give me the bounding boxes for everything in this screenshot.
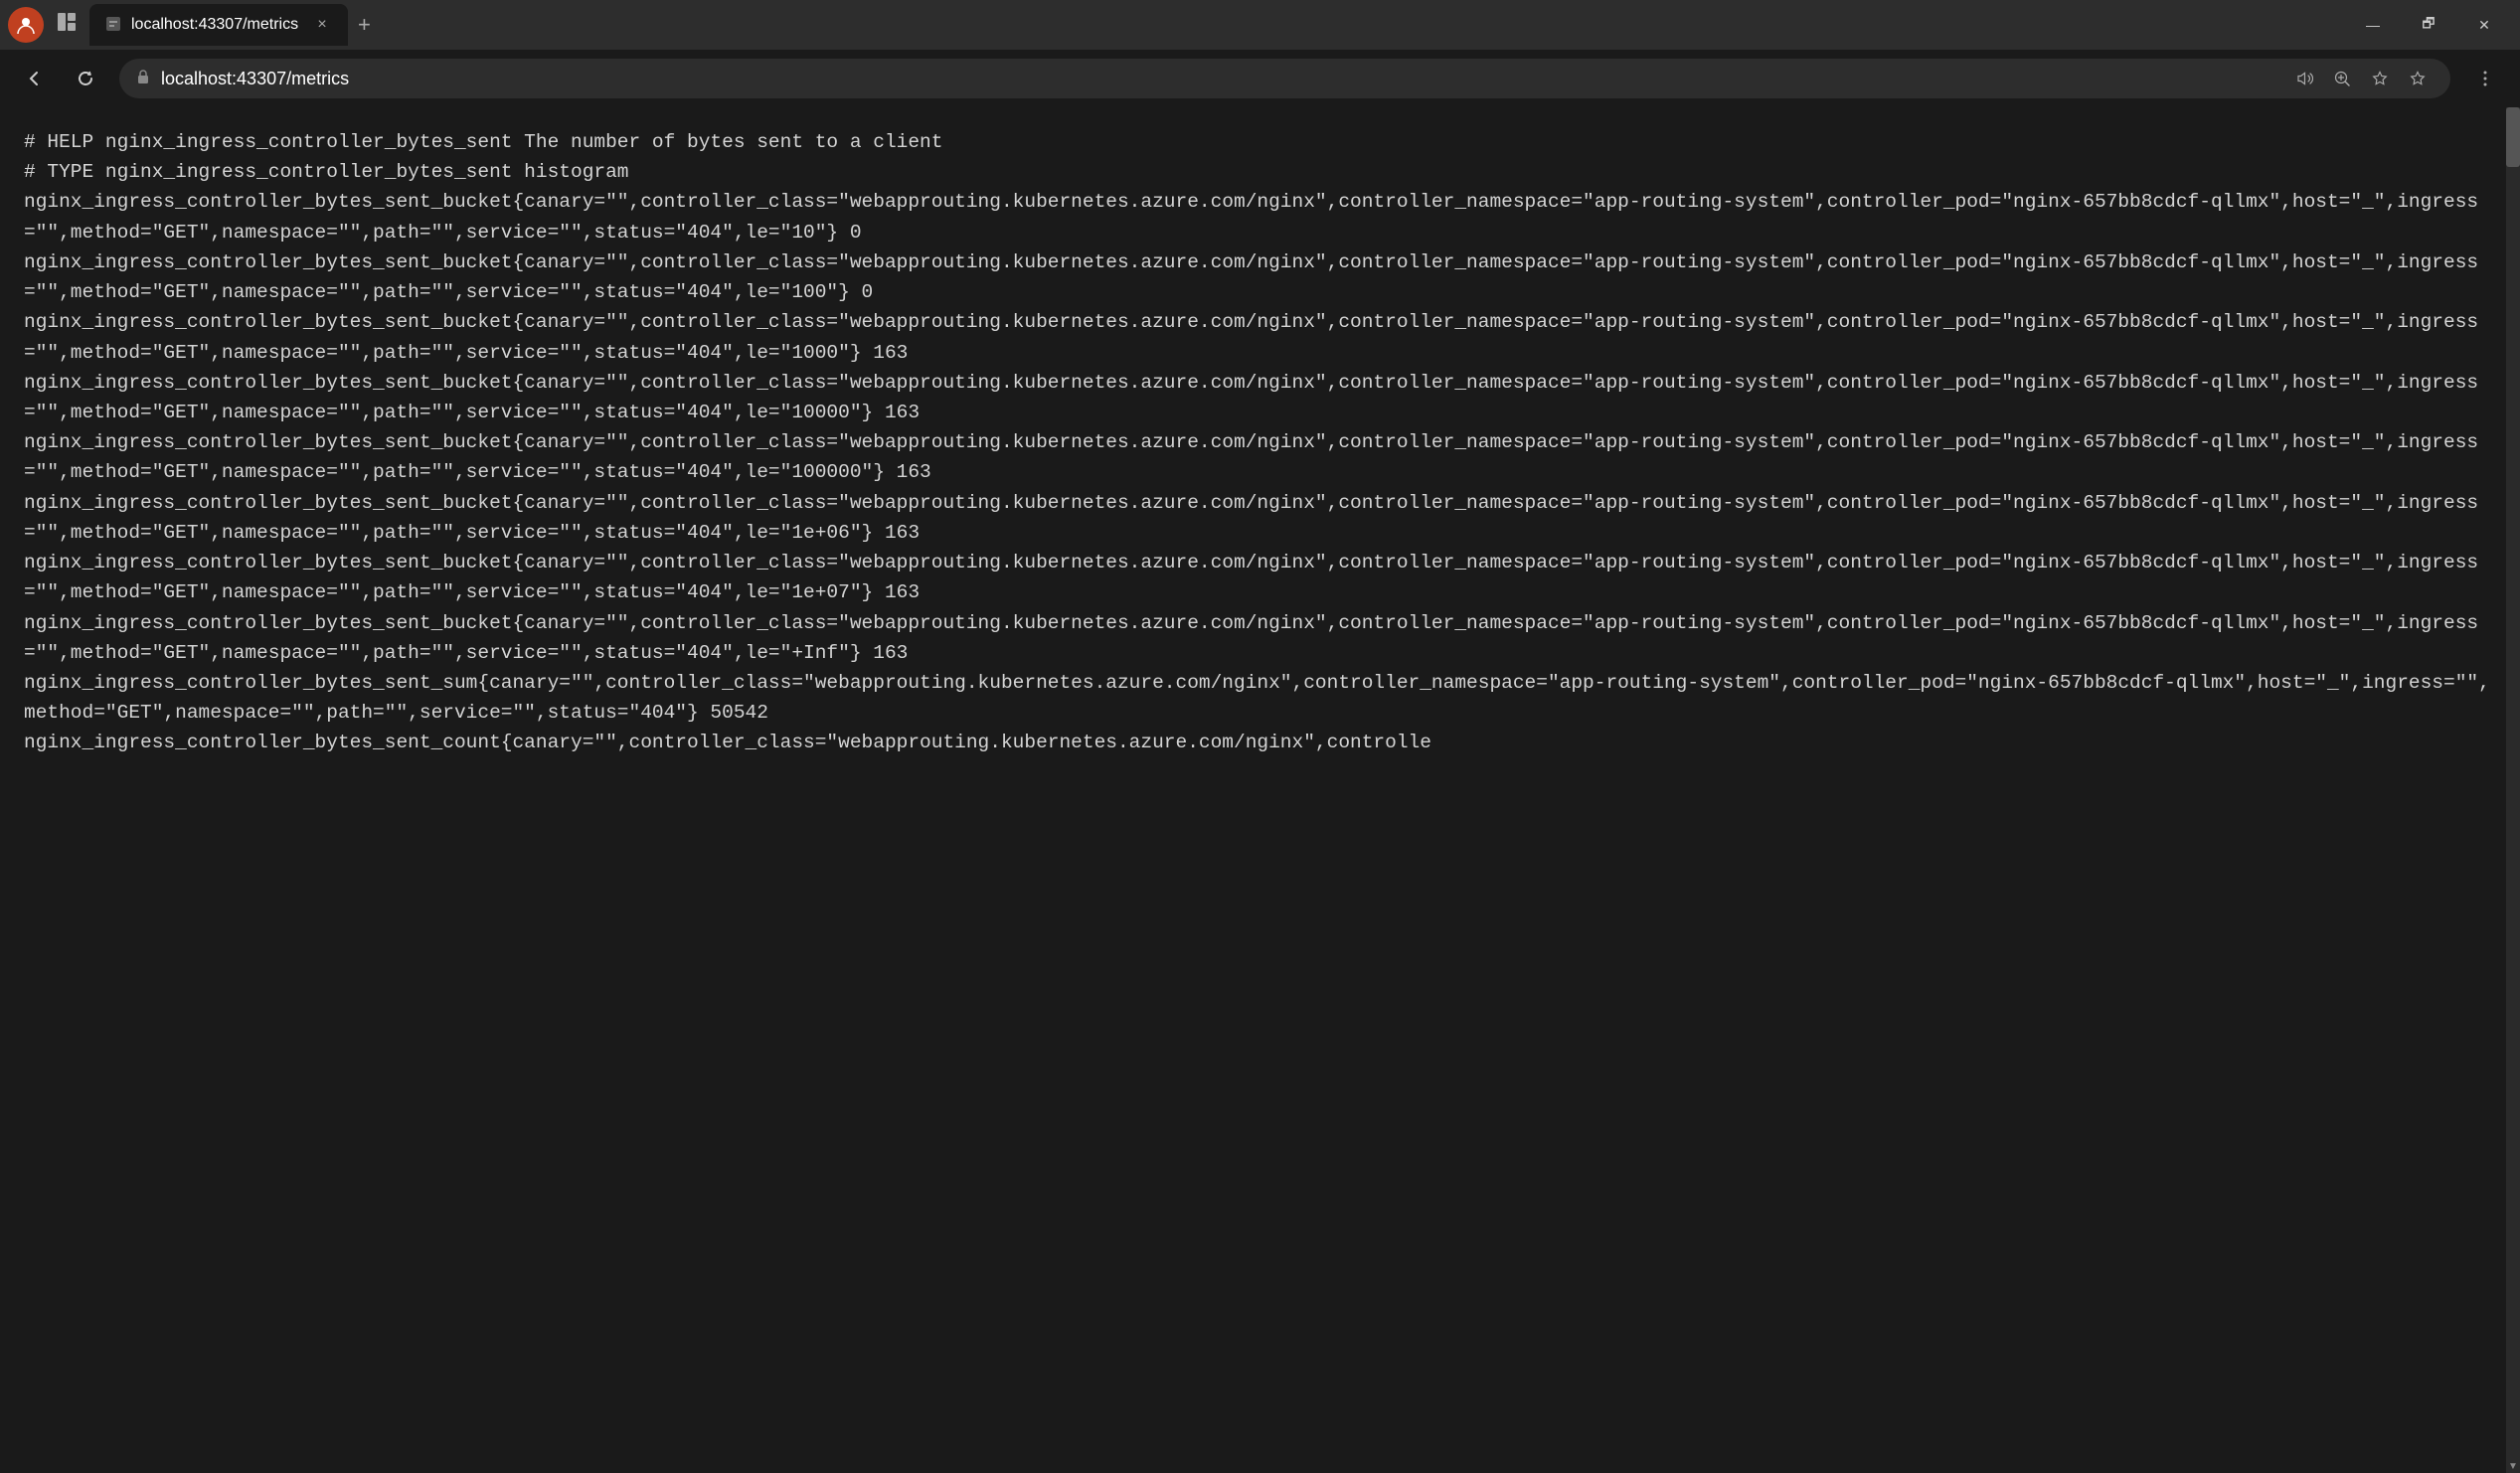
scrollbar-down-arrow[interactable]: ▼ [2506, 1459, 2520, 1473]
url-display: localhost:43307/metrics [161, 69, 2277, 89]
page-content: # HELP nginx_ingress_controller_bytes_se… [0, 107, 2520, 1473]
minimize-button[interactable]: — [2345, 7, 2401, 43]
scrollbar-thumb[interactable] [2506, 107, 2520, 167]
window-controls: — 🗗 ✕ [2345, 7, 2512, 43]
read-aloud-button[interactable] [2287, 62, 2321, 95]
restore-button[interactable]: 🗗 [2401, 7, 2456, 43]
address-action-buttons [2287, 62, 2435, 95]
profile-avatar[interactable] [8, 7, 44, 43]
lock-icon [135, 69, 151, 89]
more-button[interactable] [2466, 60, 2504, 97]
active-tab[interactable]: localhost:43307/metrics × [89, 4, 348, 46]
metrics-output: # HELP nginx_ingress_controller_bytes_se… [24, 127, 2496, 758]
tab-close-button[interactable]: × [312, 15, 332, 35]
close-button[interactable]: ✕ [2456, 7, 2512, 43]
toolbar-buttons [2466, 60, 2504, 97]
new-tab-button[interactable]: + [348, 12, 381, 38]
back-button[interactable] [16, 61, 52, 96]
address-bar-container[interactable]: localhost:43307/metrics [119, 59, 2450, 98]
zoom-button[interactable] [2325, 62, 2359, 95]
favorites-button[interactable] [2363, 62, 2397, 95]
refresh-button[interactable] [68, 61, 103, 96]
titlebar: localhost:43307/metrics × + — 🗗 ✕ [0, 0, 2520, 50]
tab-title: localhost:43307/metrics [131, 16, 298, 34]
addressbar: localhost:43307/metrics [0, 50, 2520, 107]
layout-icon[interactable] [56, 11, 78, 39]
favorites-bar-button[interactable] [2401, 62, 2435, 95]
scrollbar[interactable]: ▲ ▼ [2506, 107, 2520, 1473]
tab-bar: localhost:43307/metrics × + [89, 4, 2333, 46]
tab-page-icon [105, 16, 121, 35]
